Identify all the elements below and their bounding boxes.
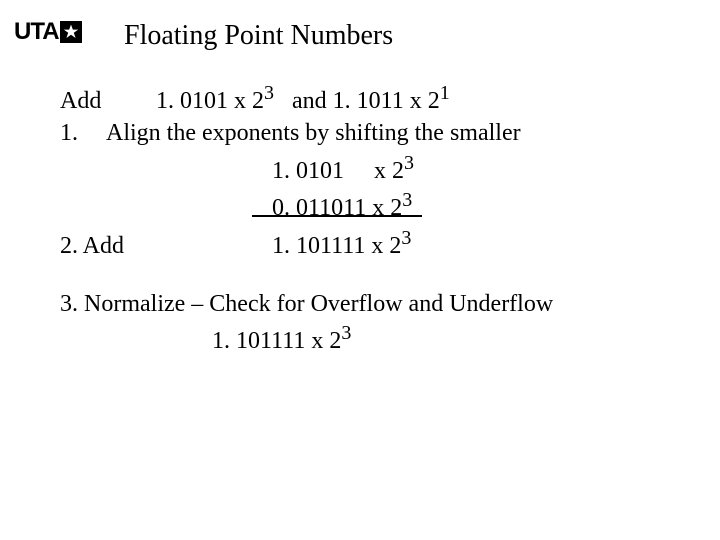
step3-label-line: 3. Normalize – Check for Overflow and Un… <box>60 288 660 320</box>
operand2-mantissa: 1. 1011 x 2 <box>333 88 440 114</box>
step1-line-b: 0. 011011 x 23 <box>60 187 660 224</box>
step1-a-exp: 3 <box>404 152 414 174</box>
step1-b-exp: 3 <box>402 189 412 211</box>
step3-val: 1. 101111 x 2 <box>212 328 341 354</box>
step3-label: 3. Normalize – Check for Overflow and Un… <box>60 291 553 317</box>
step2-val: 1. 101111 x 2 <box>272 233 401 259</box>
step1-label-line: 1. Align the exponents by shifting the sm… <box>60 117 660 149</box>
step1-text: Align the exponents by shifting the smal… <box>106 120 521 146</box>
step2-exp: 3 <box>401 227 411 249</box>
operand1-mantissa: 1. 0101 x 2 <box>156 88 264 114</box>
step2-line: 2. Add 1. 101111 x 23 <box>60 225 660 262</box>
operand1-exp: 3 <box>264 82 274 104</box>
slide-body: Add 1. 0101 x 23 and 1. 1011 x 21 1.Alig… <box>60 80 660 358</box>
step1-line-a: 1. 0101 x 23 <box>60 150 660 187</box>
uta-logo: UTA <box>14 18 82 46</box>
step1-num: 1. <box>60 120 78 146</box>
step3-block: 3. Normalize – Check for Overflow and Un… <box>60 288 660 358</box>
step3-exp: 3 <box>341 322 351 344</box>
slide: UTA Floating Point Numbers Add 1. 0101 x… <box>0 0 720 540</box>
divider-rule <box>252 215 422 217</box>
and-word: and <box>292 88 327 114</box>
star-icon <box>60 21 82 43</box>
problem-line: Add 1. 0101 x 23 and 1. 1011 x 21 <box>60 80 660 117</box>
operand2-exp: 1 <box>440 82 450 104</box>
step2-label: 2. Add <box>60 230 150 262</box>
logo-text: UTA <box>14 18 59 46</box>
problem-label: Add <box>60 85 150 117</box>
step1-b-val: 0. 011011 x 2 <box>272 195 402 221</box>
slide-title: Floating Point Numbers <box>124 20 393 52</box>
step3-val-line: 1. 101111 x 23 <box>60 320 660 357</box>
step1-a-val: 1. 0101 x 2 <box>272 158 404 184</box>
